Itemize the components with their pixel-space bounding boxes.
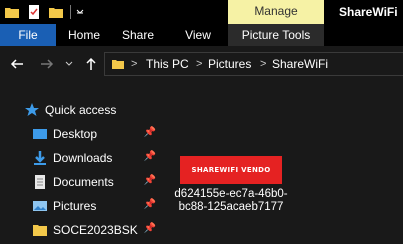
ribbon-tabs: File Home Share View Picture Tools [0, 24, 403, 46]
nav-downloads[interactable]: Downloads 📌 [0, 146, 160, 170]
nav-pictures[interactable]: Pictures 📌 [0, 194, 160, 218]
folder-icon[interactable] [4, 4, 20, 20]
window-title: ShareWiFi [339, 5, 398, 19]
quick-access-toolbar [4, 4, 91, 20]
breadcrumb-this-pc[interactable]: This PC [146, 53, 189, 75]
address-row: > This PC > Pictures > ShareWiFi [0, 46, 403, 82]
breadcrumb-chevron[interactable]: > [260, 53, 266, 75]
tab-home[interactable]: Home [58, 24, 110, 46]
star-icon [24, 102, 40, 118]
scrollbar[interactable] [395, 82, 403, 244]
nav-desktop-label: Desktop [53, 127, 98, 141]
manage-tab[interactable]: Manage [228, 0, 324, 24]
properties-icon[interactable] [26, 4, 42, 20]
separator [70, 5, 71, 19]
tab-file[interactable]: File [0, 24, 56, 46]
file-item[interactable]: SHAREWIFI VENDO d624155e-ec7a-46b0-bc88-… [174, 148, 288, 228]
breadcrumb-pictures[interactable]: Pictures [208, 53, 251, 75]
breadcrumb-sharewifi[interactable]: ShareWiFi [272, 53, 328, 75]
pin-icon[interactable]: 📌 [144, 199, 156, 210]
nav-quick-access-label: Quick access [45, 103, 117, 117]
nav-desktop[interactable]: Desktop 📌 [0, 122, 160, 146]
thumbnail-text: SHAREWIFI VENDO [191, 166, 271, 174]
tab-view[interactable]: View [170, 24, 226, 46]
pin-icon[interactable]: 📌 [144, 151, 156, 162]
pictures-icon [32, 198, 48, 214]
file-list: SHAREWIFI VENDO d624155e-ec7a-46b0-bc88-… [160, 82, 403, 244]
pin-icon[interactable]: 📌 [144, 175, 156, 186]
nav-soce2023bskefc-label: SOCE2023BSKEFC [53, 223, 138, 237]
tab-share[interactable]: Share [112, 24, 164, 46]
back-arrow-icon[interactable] [8, 55, 26, 73]
address-bar[interactable]: > This PC > Pictures > ShareWiFi [104, 52, 403, 76]
nav-documents[interactable]: Documents 📌 [0, 170, 160, 194]
pin-icon[interactable]: 📌 [144, 127, 156, 138]
file-thumbnail: SHAREWIFI VENDO [180, 156, 282, 184]
recent-locations-chevron-icon[interactable] [64, 55, 74, 73]
nav-soce2023bskefc[interactable]: SOCE2023BSKEFC 📌 [0, 218, 160, 242]
title-bar: Manage ShareWiFi [0, 0, 403, 24]
customize-toolbar-icon[interactable] [75, 4, 85, 20]
download-icon [32, 150, 48, 166]
nav-pictures-label: Pictures [53, 199, 97, 213]
nav-quick-access[interactable]: Quick access [0, 98, 160, 122]
desktop-icon [32, 126, 48, 142]
file-name: d624155e-ec7a-46b0-bc88-125acaeb7177 [174, 188, 288, 213]
nav-downloads-label: Downloads [53, 151, 113, 165]
folder-icon [111, 57, 125, 71]
breadcrumb-chevron[interactable]: > [131, 53, 137, 75]
breadcrumb-chevron[interactable]: > [196, 53, 202, 75]
nav-documents-label: Documents [53, 175, 114, 189]
new-folder-icon[interactable] [48, 4, 64, 20]
forward-arrow-icon[interactable] [38, 55, 56, 73]
pin-icon[interactable]: 📌 [144, 223, 156, 234]
up-arrow-icon[interactable] [82, 55, 100, 73]
documents-icon [32, 174, 48, 190]
tab-picture-tools[interactable]: Picture Tools [228, 24, 324, 46]
navigation-pane: Quick access Desktop 📌 Downloads 📌 Docum… [0, 82, 160, 244]
folder-icon [32, 222, 48, 238]
